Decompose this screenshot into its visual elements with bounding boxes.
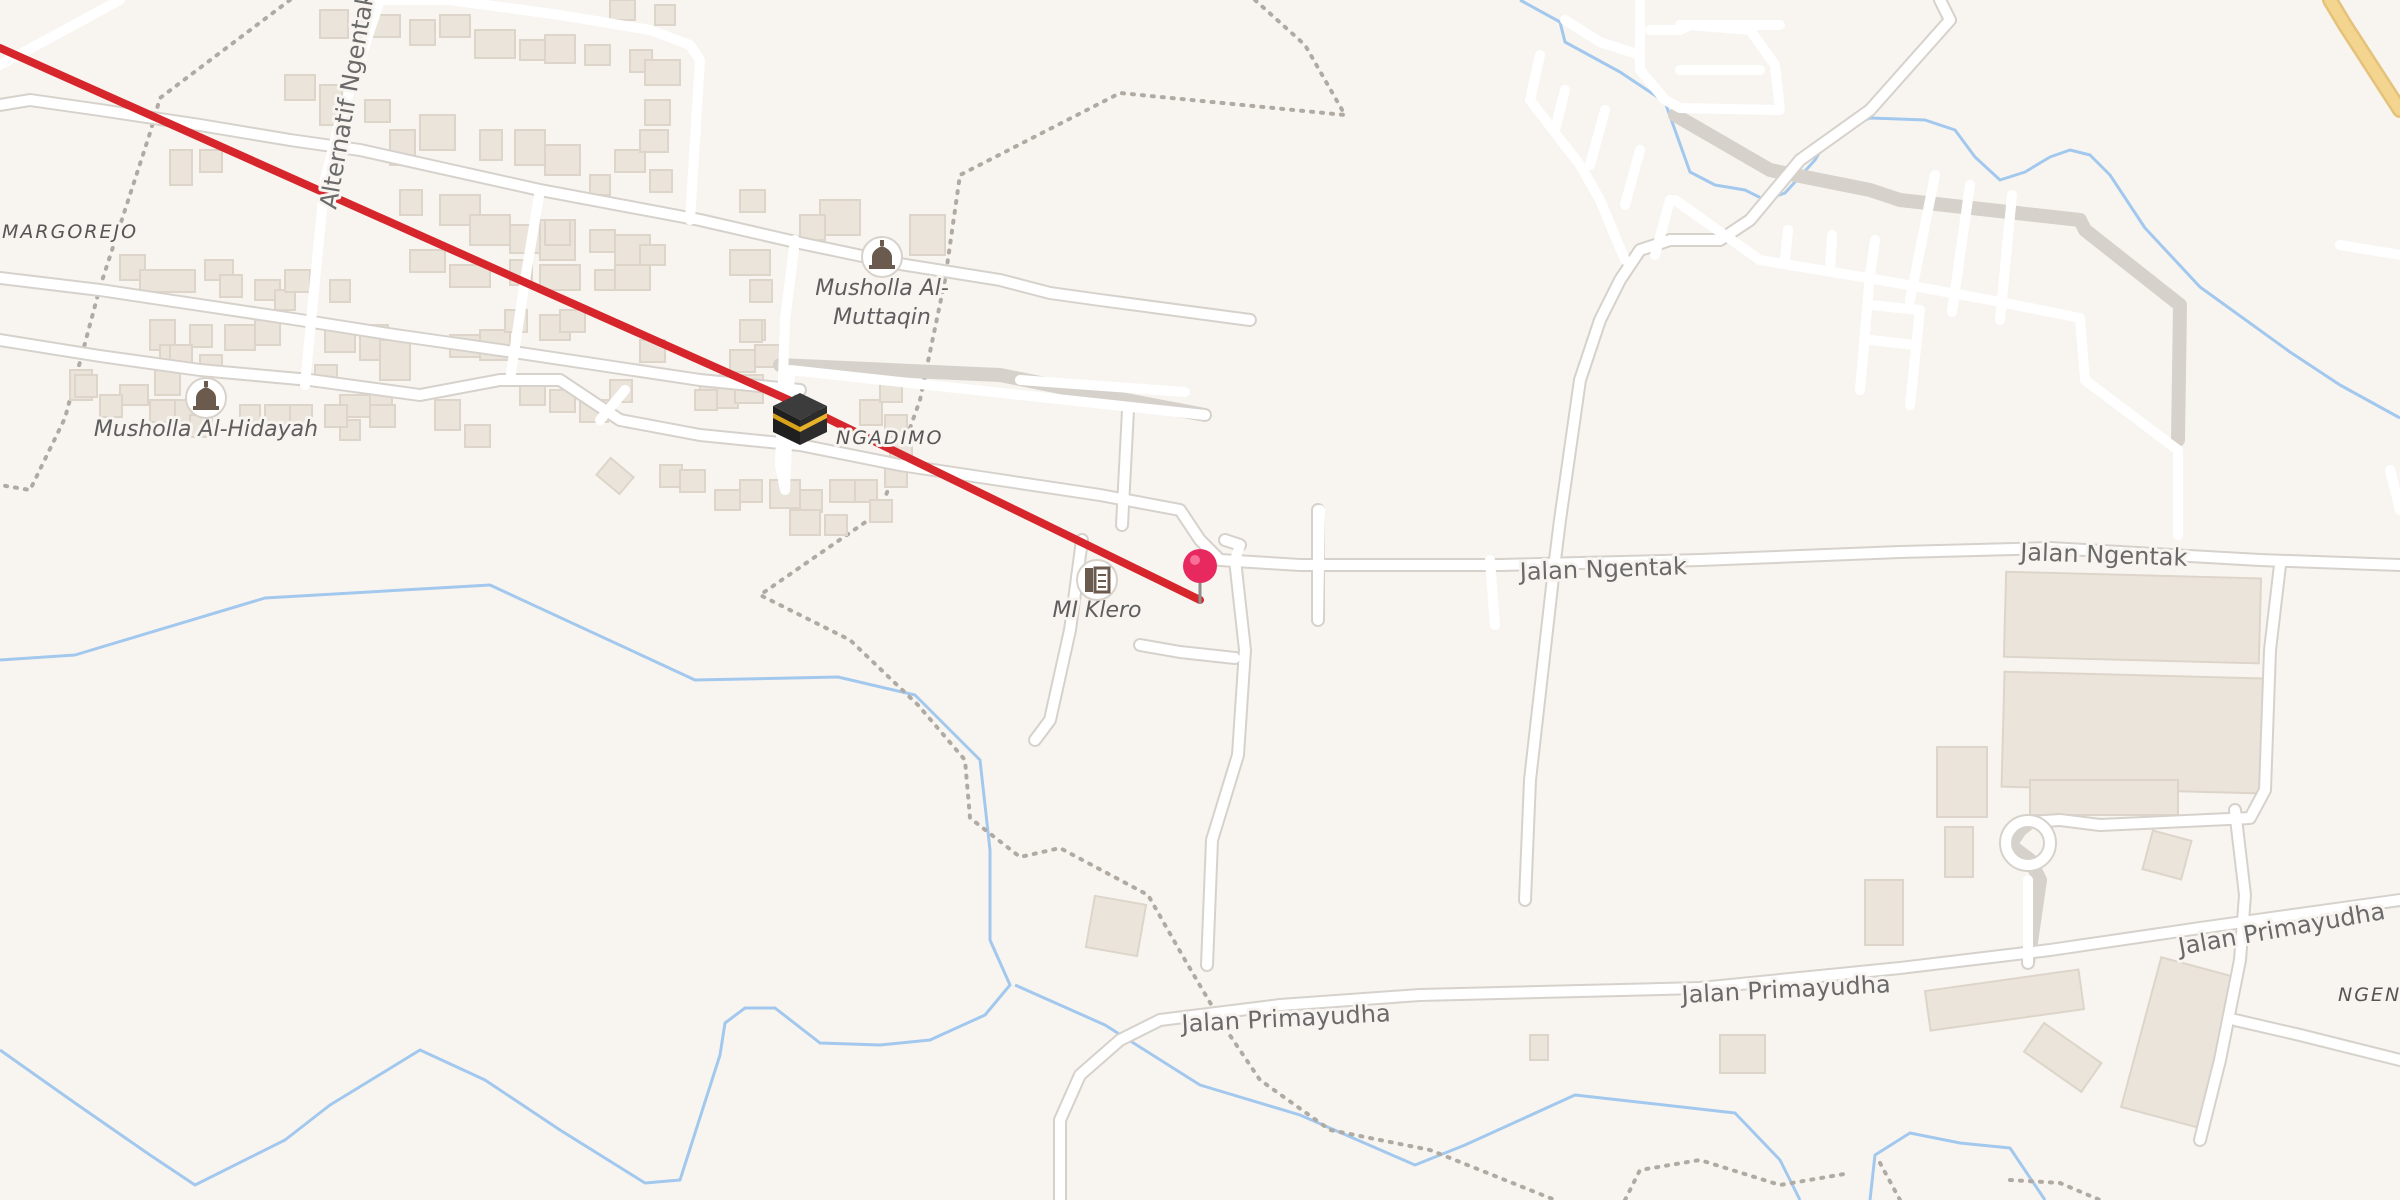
poi-label-musholla-muttaqin-line2: Muttaqin [833, 305, 931, 330]
poi-label-musholla-hidayah: Musholla Al-Hidayah [94, 417, 318, 442]
place-label-ngentak: NGENTAK [2338, 984, 2400, 1006]
place-label-margorejo: MARGOREJO [2, 221, 138, 243]
place-label-ngadimo: NGADIMO [836, 427, 944, 449]
road-label-jalan-ngentak-2: Jalan Ngentak [2018, 538, 2188, 572]
poi-label-mi-klero: MI Klero [1052, 598, 1141, 623]
mosque-icon[interactable] [861, 236, 903, 278]
poi-label-musholla-muttaqin-line1: Musholla Al- [815, 276, 949, 301]
school-icon[interactable] [1076, 559, 1118, 601]
mosque-icon[interactable] [185, 377, 227, 419]
road-label-jalan-ngentak-1: Jalan Ngentak [1517, 552, 1687, 586]
map-canvas[interactable]: MARGOREJO NGADIMO NGENTAK Musholla Al-Hi… [0, 0, 2400, 1200]
